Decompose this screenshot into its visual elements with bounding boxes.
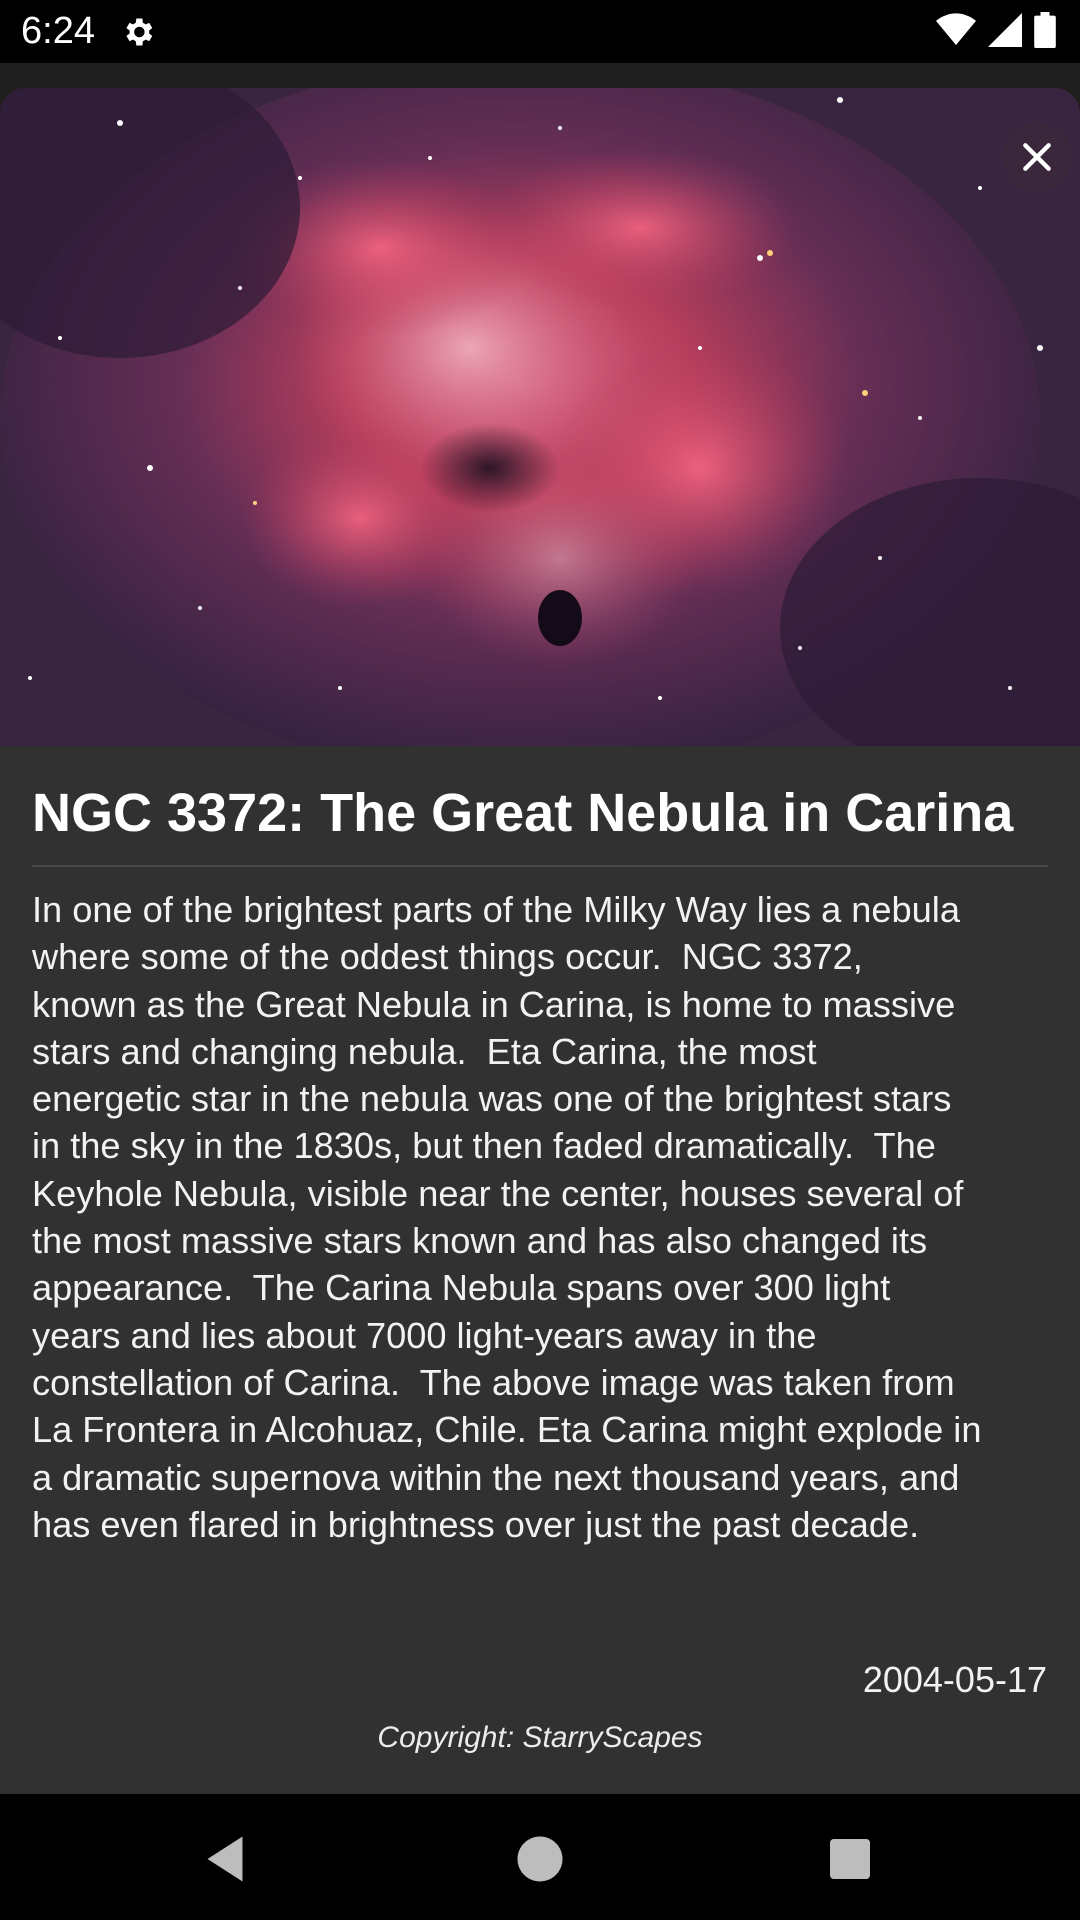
status-time: 6:24 bbox=[21, 10, 95, 52]
copyright-label: Copyright: StarryScapes bbox=[377, 1721, 703, 1754]
close-icon bbox=[1023, 143, 1051, 171]
close-button[interactable] bbox=[1002, 122, 1072, 192]
signal-icon bbox=[988, 13, 1022, 51]
nebula-image[interactable] bbox=[0, 88, 1080, 746]
battery-icon bbox=[1034, 12, 1056, 52]
recents-button[interactable] bbox=[820, 1829, 880, 1889]
description-text: In one of the brightest parts of the Mil… bbox=[32, 889, 982, 1545]
recents-icon bbox=[830, 1839, 870, 1879]
back-icon bbox=[207, 1836, 243, 1882]
navigation-bar bbox=[0, 1794, 1080, 1920]
wifi-icon bbox=[936, 13, 976, 51]
date-label: 2004-05-17 bbox=[862, 1659, 1047, 1700]
home-button[interactable] bbox=[510, 1829, 570, 1889]
home-icon bbox=[517, 1836, 563, 1882]
back-button[interactable] bbox=[195, 1829, 255, 1889]
detail-card: NGC 3372: The Great Nebula in Carina In … bbox=[0, 88, 1080, 1794]
divider bbox=[32, 865, 1048, 867]
gear-icon bbox=[120, 14, 156, 50]
status-bar: 6:24 bbox=[0, 0, 1080, 63]
page-title: NGC 3372: The Great Nebula in Carina bbox=[32, 783, 1014, 843]
